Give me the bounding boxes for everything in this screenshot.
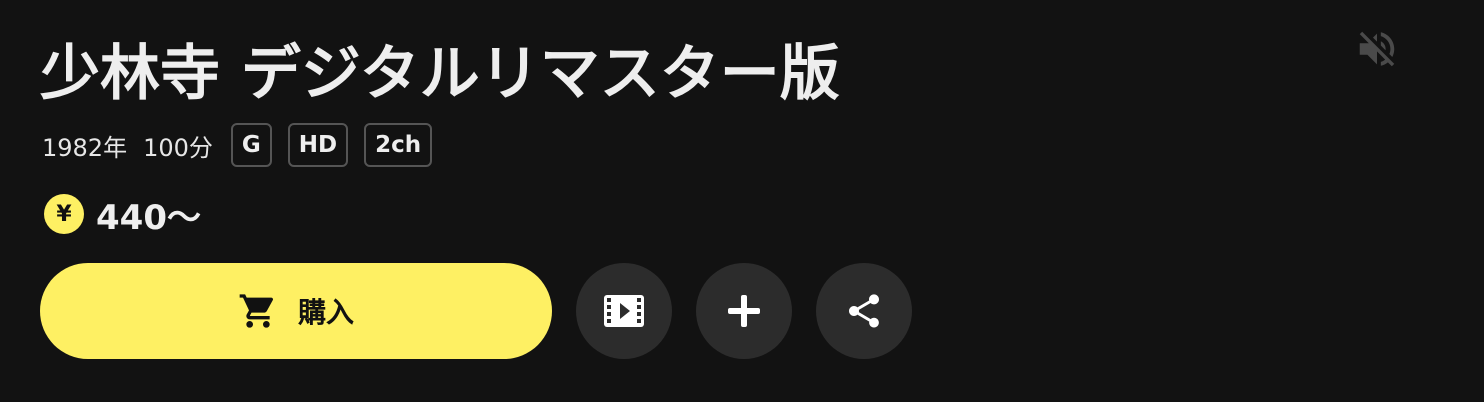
yen-coin-icon: ¥ [44, 194, 84, 234]
title-detail-panel: 少林寺 デジタルリマスター版 1982年 100分 G HD 2ch ¥ 440… [0, 0, 1484, 402]
share-icon [849, 294, 879, 328]
add-to-list-button[interactable] [696, 263, 792, 359]
runtime: 100分 [143, 133, 213, 162]
rating-badge: G [230, 123, 272, 167]
price-value: 440〜 [96, 197, 201, 238]
trailer-button[interactable] [576, 263, 672, 359]
price-row: ¥ 440〜 [44, 192, 201, 238]
cart-icon [238, 291, 278, 331]
release-year: 1982年 [42, 133, 128, 162]
film-play-icon [604, 295, 644, 327]
quality-badge: HD [287, 123, 349, 167]
buy-button-label: 購入 [297, 297, 354, 328]
audio-badge: 2ch [364, 123, 433, 167]
meta-row: 1982年 100分 G HD 2ch [42, 123, 448, 167]
page-title: 少林寺 デジタルリマスター版 [40, 39, 840, 109]
speaker-muted-icon [1359, 31, 1395, 67]
plus-icon [728, 295, 760, 327]
buy-button[interactable]: 購入 [40, 263, 552, 359]
share-button[interactable] [816, 263, 912, 359]
mute-toggle-button[interactable] [1352, 26, 1402, 72]
